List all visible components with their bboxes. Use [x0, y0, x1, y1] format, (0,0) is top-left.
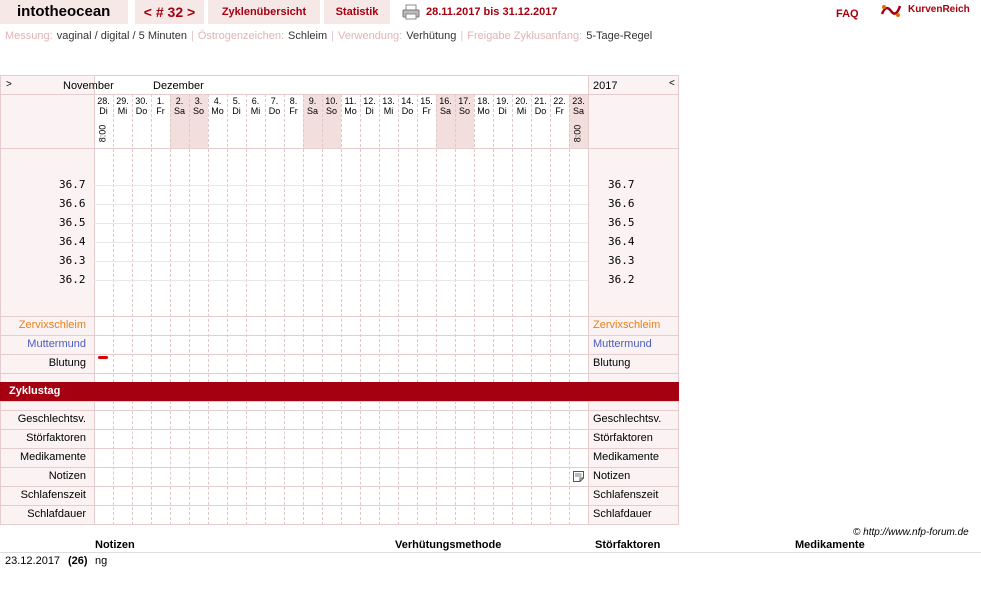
tab-statistik[interactable]: Statistik	[324, 0, 390, 24]
notes-header: Notizen	[95, 539, 135, 551]
chart-frame	[0, 75, 679, 525]
meta-value: vaginal / digital / 5 Minuten	[56, 30, 187, 42]
prev-cycle-arrow[interactable]: >	[6, 79, 12, 90]
top-bar: intotheocean < # 32 > Zyklenübersicht St…	[0, 0, 981, 24]
cycle-day-bar	[0, 382, 679, 401]
month-december: Dezember	[153, 80, 204, 92]
copyright[interactable]: © http://www.nfp-forum.de	[853, 527, 969, 538]
meta-value: 5-Tage-Regel	[586, 30, 653, 42]
month-november: November	[63, 80, 114, 92]
meta-key: Freigabe Zyklusanfang:	[467, 30, 583, 42]
app-brand[interactable]: intotheocean	[0, 0, 128, 24]
cycle-settings: Messung: vaginal / digital / 5 Minuten | Ös…	[5, 30, 656, 42]
method-header: Verhütungsmethode	[395, 539, 502, 551]
medication-header: Medikamente	[795, 539, 865, 551]
note-icon[interactable]	[573, 471, 584, 482]
year-label: 2017	[593, 80, 618, 92]
next-cycle-arrow[interactable]: <	[669, 78, 675, 89]
note-text: ng	[95, 555, 108, 567]
meta-separator: |	[331, 30, 335, 42]
meta-key: Verwendung:	[338, 30, 403, 42]
cycle-day-label: Zyklustag	[9, 385, 61, 397]
meta-separator: |	[460, 30, 464, 42]
meta-key: Östrogenzeichen:	[197, 30, 285, 42]
note-cycle-day: (26)	[68, 555, 88, 567]
note-date: 23.12.2017	[5, 555, 61, 567]
disruptions-header: Störfaktoren	[595, 539, 661, 551]
bleeding-mark[interactable]	[98, 356, 108, 359]
meta-value: Schleim	[288, 30, 328, 42]
meta-value: Verhütung	[406, 30, 457, 42]
meta-separator: |	[190, 30, 194, 42]
tab-zyklenuebersicht[interactable]: Zyklenübersicht	[208, 0, 320, 24]
cycle-navigation[interactable]: < # 32 >	[135, 0, 204, 24]
kurvenreich-logo[interactable]: KurvenReich	[908, 4, 970, 15]
date-range: 28.11.2017 bis 31.12.2017	[426, 6, 558, 18]
printer-icon[interactable]	[402, 4, 420, 20]
faq-link[interactable]: FAQ	[836, 6, 859, 22]
meta-key: Messung:	[5, 30, 53, 42]
table-divider	[0, 552, 981, 553]
kurvenreich-logo-icon[interactable]	[880, 2, 902, 20]
